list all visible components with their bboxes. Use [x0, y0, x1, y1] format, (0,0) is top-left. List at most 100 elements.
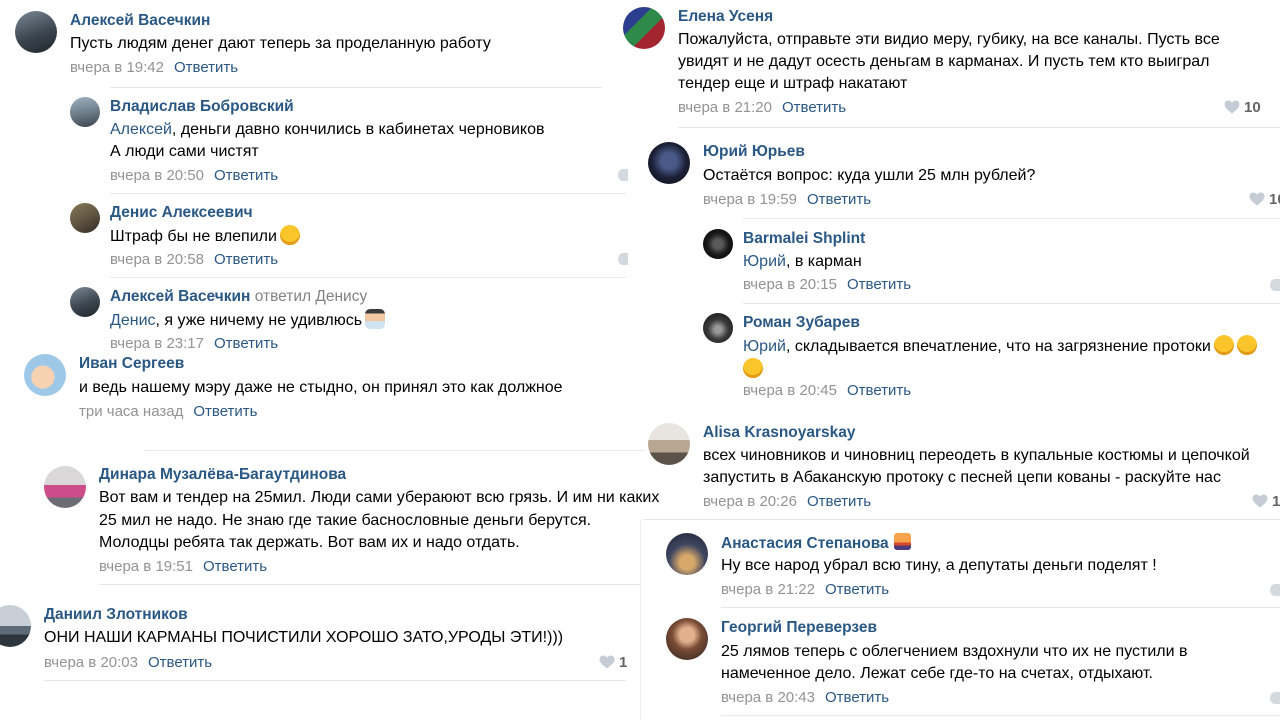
heart-icon[interactable]	[1270, 692, 1280, 704]
comment-time[interactable]: вчера в 19:42	[70, 59, 164, 76]
reply-button[interactable]: Ответить	[807, 493, 871, 510]
comment-author[interactable]: Алексей Васечкин ответил Денису	[110, 287, 367, 307]
reply-button[interactable]: Ответить	[214, 251, 278, 268]
comment-text: Юрий, в карман	[743, 253, 862, 270]
comment-text-line: всех чиновников и чиновниц переодеть в к…	[703, 447, 1250, 464]
avatar[interactable]	[666, 618, 708, 660]
comment-time[interactable]: вчера в 20:15	[743, 276, 837, 293]
mention-link[interactable]: Юрий	[743, 253, 786, 270]
laughing-emoji-icon	[743, 358, 763, 379]
comment-time[interactable]: три часа назад	[79, 403, 183, 420]
comment-time[interactable]: вчера в 20:50	[110, 167, 204, 184]
comment-text: и ведь нашему мэру даже не стыдно, он пр…	[79, 379, 563, 396]
like-count: 1	[619, 654, 628, 671]
reply-button[interactable]: Ответить	[148, 654, 212, 671]
avatar[interactable]	[623, 7, 665, 49]
comment-text: Штраф бы не влепили	[110, 225, 300, 248]
heart-icon	[1252, 494, 1268, 508]
comment-text-line: Вот вам и тендер на 25мил. Люди сами убе…	[99, 489, 660, 506]
like-button[interactable]: 11	[1252, 492, 1280, 512]
like-count: 10	[1244, 99, 1261, 116]
heart-icon[interactable]	[618, 253, 628, 265]
reply-button[interactable]: Ответить	[203, 558, 267, 575]
avatar[interactable]	[0, 605, 31, 647]
comment-text: Пусть людям денег дают теперь за продела…	[70, 35, 491, 52]
reply-button[interactable]: Ответить	[825, 581, 889, 598]
comment-author[interactable]: Георгий Переверзев	[721, 618, 877, 638]
separator	[110, 277, 626, 278]
like-button[interactable]: 10	[1224, 98, 1261, 118]
separator	[743, 303, 1280, 304]
avatar[interactable]	[70, 287, 100, 317]
comment-author[interactable]: Денис Алексеевич	[110, 203, 253, 223]
reply-button[interactable]: Ответить	[193, 403, 257, 420]
comment-author[interactable]: Анастасия Степанова	[721, 533, 911, 554]
comment-time[interactable]: вчера в 20:03	[44, 654, 138, 671]
avatar[interactable]	[24, 354, 66, 396]
heart-icon	[599, 655, 615, 669]
comment-time[interactable]: вчера в 23:17	[110, 335, 204, 352]
comment-text: ОНИ НАШИ КАРМАНЫ ПОЧИСТИЛИ ХОРОШО ЗАТО,У…	[44, 629, 564, 646]
mention-link[interactable]: Алексей	[110, 121, 172, 138]
heart-icon	[1224, 100, 1240, 114]
like-button[interactable]: 10	[1249, 190, 1280, 210]
comment-text-line: Пожалуйста, отправьте эти видио меру, гу…	[678, 31, 1220, 48]
separator	[743, 218, 1280, 219]
comment-time[interactable]: вчера в 21:20	[678, 99, 772, 116]
avatar[interactable]	[70, 97, 100, 127]
comment-time[interactable]: вчера в 19:59	[703, 191, 797, 208]
separator	[643, 519, 1280, 520]
comment-author[interactable]: Елена Усеня	[678, 7, 773, 27]
reply-button[interactable]: Ответить	[825, 689, 889, 706]
avatar[interactable]	[70, 203, 100, 233]
separator	[99, 584, 640, 585]
comment-author[interactable]: Иван Сергеев	[79, 354, 184, 374]
mention-link[interactable]: Юрий	[743, 338, 786, 355]
separator	[721, 715, 1280, 716]
comment-time[interactable]: вчера в 20:45	[743, 382, 837, 399]
avatar[interactable]	[15, 11, 57, 53]
comment-author[interactable]: Роман Зубарев	[743, 313, 860, 333]
replied-to[interactable]: ответил Денису	[255, 288, 368, 305]
comment-text-line: 25 мил не надо. Не знаю где такие баснос…	[99, 512, 592, 529]
comment-author[interactable]: Barmalei Shplint	[743, 229, 865, 249]
reply-button[interactable]: Ответить	[847, 276, 911, 293]
comment-time[interactable]: вчера в 20:43	[721, 689, 815, 706]
reply-button[interactable]: Ответить	[847, 382, 911, 399]
comment-text: Алексей, деньги давно кончились в кабине…	[110, 121, 545, 138]
like-button[interactable]: 1	[599, 653, 627, 673]
comment-author[interactable]: Владислав Бобровский	[110, 97, 294, 117]
laughing-emoji-icon	[1213, 335, 1234, 355]
reply-button[interactable]: Ответить	[214, 167, 278, 184]
comment-author[interactable]: Динара Музалёва-Багаутдинова	[99, 465, 346, 485]
avatar[interactable]	[44, 466, 86, 508]
comment-time[interactable]: вчера в 20:58	[110, 251, 204, 268]
avatar[interactable]	[666, 533, 708, 575]
comment-text: Денис, я уже ничему не удивлюсь	[110, 309, 386, 332]
heart-icon[interactable]	[618, 169, 628, 181]
comment-text: Ну все народ убрал всю тину, а депутаты …	[721, 557, 1157, 574]
comment-time[interactable]: вчера в 21:22	[721, 581, 815, 598]
reply-button[interactable]: Ответить	[174, 59, 238, 76]
comment-author[interactable]: Алексей Васечкин	[70, 11, 210, 31]
comment-text-line: увидят и не дадут осесть деньгам в карма…	[678, 53, 1210, 70]
avatar[interactable]	[703, 313, 733, 343]
heart-icon[interactable]	[1270, 584, 1280, 596]
avatar[interactable]	[648, 142, 690, 184]
comment-author[interactable]: Юрий Юрьев	[703, 142, 805, 162]
heart-icon[interactable]	[1270, 279, 1280, 291]
reply-button[interactable]: Ответить	[782, 99, 846, 116]
comment-time[interactable]: вчера в 20:26	[703, 493, 797, 510]
comment-time[interactable]: вчера в 19:51	[99, 558, 193, 575]
comment-text: Остаётся вопрос: куда ушли 25 млн рублей…	[703, 167, 1036, 184]
avatar[interactable]	[648, 423, 690, 465]
avatar[interactable]	[703, 229, 733, 259]
separator	[44, 680, 626, 681]
comment-text-line: А люди сами чистят	[110, 143, 259, 160]
reply-button[interactable]: Ответить	[214, 335, 278, 352]
mention-link[interactable]: Денис	[110, 312, 156, 329]
like-count: 10	[1269, 191, 1280, 208]
comment-author[interactable]: Alisa Krasnoyarskay	[703, 423, 856, 443]
comment-author[interactable]: Даниил Злотников	[44, 605, 188, 625]
reply-button[interactable]: Ответить	[807, 191, 871, 208]
